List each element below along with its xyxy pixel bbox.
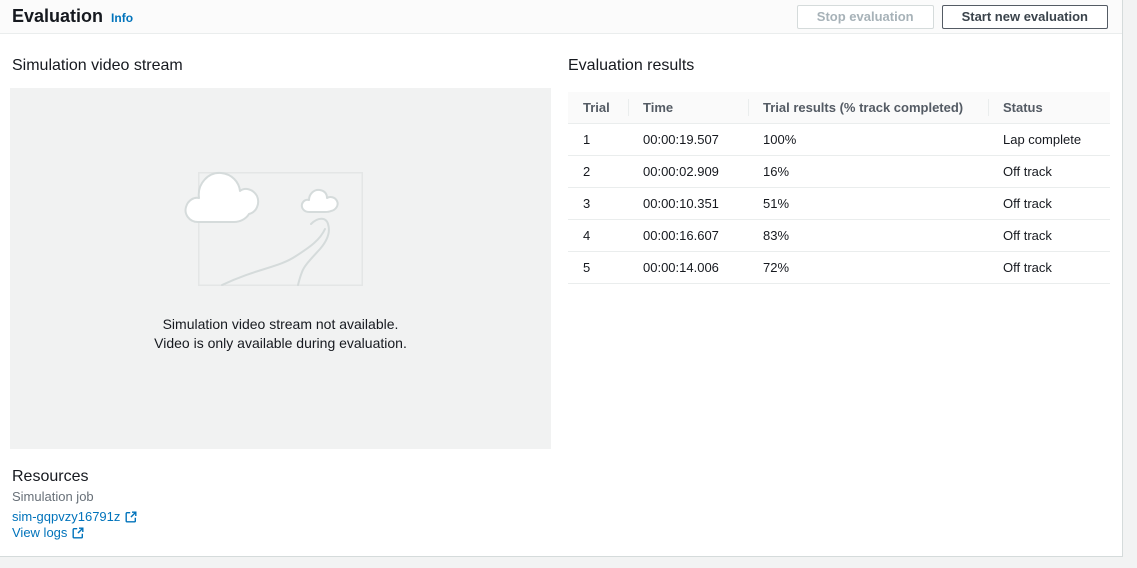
cloud-road-illustration-icon bbox=[198, 172, 363, 286]
page-title-group: Evaluation Info bbox=[12, 6, 133, 27]
page-title: Evaluation bbox=[12, 6, 103, 27]
time-cell: 00:00:10.351 bbox=[628, 187, 748, 219]
trial-cell: 3 bbox=[568, 187, 628, 219]
table-header-row: Trial Time Trial results (% track comple… bbox=[568, 92, 1110, 123]
results-panel-heading: Evaluation results bbox=[568, 56, 694, 76]
trial-cell: 2 bbox=[568, 155, 628, 187]
trial-cell: 5 bbox=[568, 251, 628, 283]
stop-evaluation-button[interactable]: Stop evaluation bbox=[797, 5, 934, 29]
status-cell: Lap complete bbox=[988, 123, 1110, 155]
start-new-evaluation-button[interactable]: Start new evaluation bbox=[942, 5, 1108, 29]
result-cell: 83% bbox=[748, 219, 988, 251]
video-message-line2: Video is only available during evaluatio… bbox=[154, 335, 407, 351]
column-header-status: Status bbox=[988, 92, 1110, 123]
table-row: 1 00:00:19.507 100% Lap complete bbox=[568, 123, 1110, 155]
view-logs-link[interactable]: View logs bbox=[12, 525, 84, 540]
status-cell: Off track bbox=[988, 219, 1110, 251]
column-header-results: Trial results (% track completed) bbox=[748, 92, 988, 123]
video-unavailable-message: Simulation video stream not available. V… bbox=[154, 315, 407, 353]
info-link[interactable]: Info bbox=[111, 11, 133, 25]
header-actions: Stop evaluation Start new evaluation bbox=[789, 5, 1108, 29]
external-link-icon bbox=[72, 527, 84, 539]
time-cell: 00:00:14.006 bbox=[628, 251, 748, 283]
status-cell: Off track bbox=[988, 251, 1110, 283]
table-row: 2 00:00:02.909 16% Off track bbox=[568, 155, 1110, 187]
result-cell: 100% bbox=[748, 123, 988, 155]
result-cell: 51% bbox=[748, 187, 988, 219]
view-logs-link-text: View logs bbox=[12, 525, 67, 540]
external-link-icon bbox=[125, 511, 137, 523]
trial-cell: 4 bbox=[568, 219, 628, 251]
simulation-job-link[interactable]: sim-gqpvzy16791z bbox=[12, 509, 137, 524]
video-message-line1: Simulation video stream not available. bbox=[163, 316, 399, 332]
table-row: 5 00:00:14.006 72% Off track bbox=[568, 251, 1110, 283]
column-header-trial: Trial bbox=[568, 92, 628, 123]
video-placeholder: Simulation video stream not available. V… bbox=[10, 88, 551, 449]
resources-heading: Resources bbox=[12, 467, 88, 487]
simulation-job-link-text: sim-gqpvzy16791z bbox=[12, 509, 120, 524]
simulation-job-label: Simulation job bbox=[12, 489, 94, 504]
status-cell: Off track bbox=[988, 155, 1110, 187]
table-row: 3 00:00:10.351 51% Off track bbox=[568, 187, 1110, 219]
result-cell: 16% bbox=[748, 155, 988, 187]
table-row: 4 00:00:16.607 83% Off track bbox=[568, 219, 1110, 251]
trial-cell: 1 bbox=[568, 123, 628, 155]
time-cell: 00:00:02.909 bbox=[628, 155, 748, 187]
video-panel-heading: Simulation video stream bbox=[12, 56, 183, 76]
page-header: Evaluation Info Stop evaluation Start ne… bbox=[0, 0, 1122, 34]
column-header-time: Time bbox=[628, 92, 748, 123]
evaluation-results-table: Trial Time Trial results (% track comple… bbox=[568, 92, 1110, 284]
result-cell: 72% bbox=[748, 251, 988, 283]
status-cell: Off track bbox=[988, 187, 1110, 219]
evaluation-page-card: Evaluation Info Stop evaluation Start ne… bbox=[0, 0, 1123, 557]
time-cell: 00:00:16.607 bbox=[628, 219, 748, 251]
time-cell: 00:00:19.507 bbox=[628, 123, 748, 155]
